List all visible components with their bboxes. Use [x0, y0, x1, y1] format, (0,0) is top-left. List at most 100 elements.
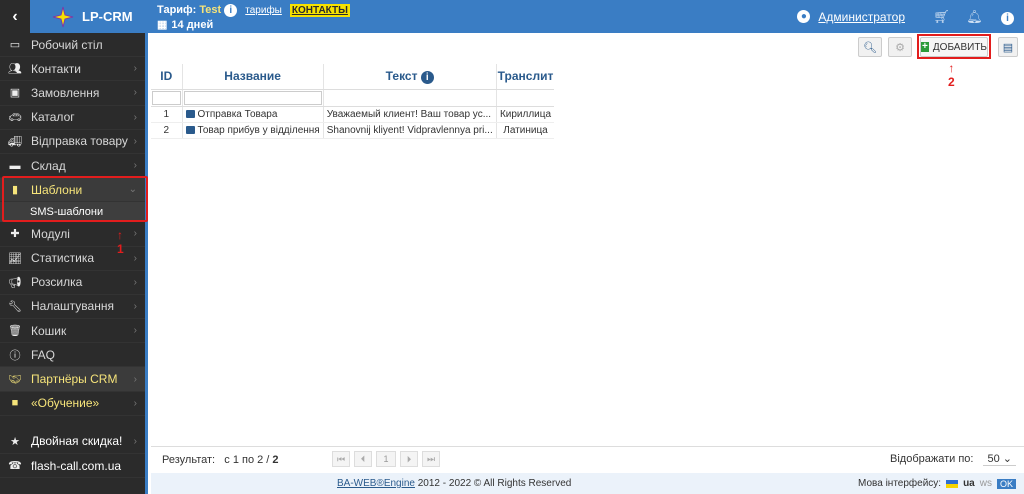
per-page-label: Відображати по: — [890, 453, 974, 465]
search-button[interactable]: 🔍︎ — [858, 37, 882, 57]
column-header-translit[interactable]: Транслит — [495, 64, 555, 90]
calendar-icon: ▦ — [157, 19, 168, 31]
sidebar-item-discount[interactable]: ★ Двойная скидка! › — [0, 430, 145, 454]
sidebar-item-settings[interactable]: 🔧︎ Налаштування › — [0, 295, 145, 320]
column-header-id[interactable]: ID — [151, 64, 182, 90]
chevron-right-icon: › — [133, 435, 137, 447]
puzzle-icon: ✚ — [10, 228, 20, 241]
top-bar: ‹ LP-CRM Тариф: Test i тарифы КОНТАКТЫ ▦… — [0, 0, 1024, 33]
first-page-button[interactable]: ⏮︎ — [332, 451, 350, 467]
sidebar-item-orders[interactable]: ▣ Замовлення › — [0, 81, 145, 106]
chevron-right-icon: › — [133, 252, 137, 264]
tariffs-link[interactable]: тарифы — [245, 4, 282, 17]
highlight-add-button — [917, 34, 991, 59]
wrench-icon: 🔧︎ — [8, 300, 22, 313]
sidebar-item-dashboard[interactable]: ▭ Робочий стіл — [0, 33, 145, 58]
days-left: 14 дней — [171, 19, 214, 31]
per-page-select[interactable]: 50 ⌄ — [983, 452, 1016, 466]
user-name: Администратор — [818, 9, 905, 24]
tariff-value: Test — [199, 4, 222, 16]
chevron-right-icon: › — [133, 228, 137, 240]
per-page: Відображати по: 50 ⌄ — [890, 452, 1016, 466]
ws-indicator: ws — [979, 478, 992, 489]
info-icon: ⓘ — [9, 349, 21, 362]
page-footer: BA-WEB®Engine 2012 - 2022 © All Rights R… — [151, 473, 1024, 494]
prev-page-button[interactable]: ⏴︎ — [354, 451, 372, 467]
sidebar-item-trash[interactable]: 🗑︎ Кошик › — [0, 319, 145, 344]
highlight-templates — [2, 176, 148, 222]
last-page-button[interactable]: ⏭︎ — [422, 451, 440, 467]
phone-icon: ☎ — [8, 460, 22, 473]
annotation-arrow-2: ↑ 2 — [948, 61, 955, 89]
filter-name-input[interactable] — [183, 90, 322, 105]
sidebar-item-partners[interactable]: 🤝︎ Партнёры CRM › — [0, 367, 145, 392]
column-header-name[interactable]: Название — [181, 64, 324, 90]
chevron-right-icon: › — [133, 325, 137, 337]
chevron-right-icon: › — [133, 111, 137, 123]
logo[interactable]: LP-CRM — [30, 0, 148, 33]
cell-translit: Кириллица — [495, 106, 555, 123]
settings-button[interactable]: ⚙ — [888, 37, 912, 57]
money-icon: ▣ — [9, 87, 21, 100]
column-header-text[interactable]: Текст i — [322, 64, 497, 90]
user-icon: ● — [797, 10, 811, 23]
table-row[interactable]: 2 Товар прибув у відділення Shanovnij kl… — [151, 122, 555, 139]
chevron-right-icon: › — [133, 87, 137, 99]
chevron-right-icon: › — [133, 397, 137, 409]
cell-name[interactable]: Отправка Товара — [181, 106, 324, 123]
archive-icon: ▬ — [9, 159, 21, 172]
sidebar-item-warehouse[interactable]: ▬ Склад › — [0, 154, 145, 179]
car-icon: 🚗︎ — [8, 111, 22, 124]
language-value[interactable]: ua — [963, 478, 975, 489]
table-row[interactable]: 1 Отправка Товара Уважаемый клиент! Ваш … — [151, 106, 555, 123]
tariff-label: Тариф: — [157, 4, 197, 16]
info-icon[interactable]: i — [224, 4, 238, 17]
template-icon — [185, 110, 195, 118]
cart-icon[interactable]: 🛒︎ — [925, 9, 958, 25]
star-icon: ★ — [10, 435, 20, 448]
filter-row — [151, 89, 555, 107]
sidebar-item-faq[interactable]: ⓘ FAQ — [0, 343, 145, 368]
help-icon[interactable]: i — [991, 9, 1024, 25]
search-icon: 🔍︎ — [863, 41, 877, 54]
filter-id-input[interactable] — [152, 90, 181, 105]
export-button[interactable]: ▤ — [998, 37, 1018, 57]
copyright: BA-WEB®Engine 2012 - 2022 © All Rights R… — [337, 478, 572, 489]
pagination: ⏮︎ ⏴︎ 1 ⏵︎ ⏭︎ — [332, 451, 440, 467]
copyright-link[interactable]: BA-WEB®Engine — [337, 478, 415, 489]
chevron-right-icon: › — [133, 276, 137, 288]
result-summary: Результат: с 1 по 2 / 2 — [162, 454, 279, 466]
truck-icon: 🚚︎ — [8, 135, 22, 148]
users-icon: 👥︎ — [8, 63, 22, 76]
logo-icon — [52, 6, 74, 27]
sidebar-item-contacts[interactable]: 👥︎ Контакти › — [0, 57, 145, 82]
logo-text: LP-CRM — [82, 9, 133, 24]
table-footer: Результат: с 1 по 2 / 2 ⏮︎ ⏴︎ 1 ⏵︎ ⏭︎ Ві… — [151, 446, 1024, 473]
collapse-sidebar-button[interactable]: ‹ — [0, 0, 30, 33]
ws-status-badge: OK — [996, 478, 1016, 489]
main-content: 🔍︎ ⚙ + ДОБАВИТЬ ▤ ↑ 2 ID Название Текст i … — [151, 33, 1024, 473]
user-menu[interactable]: ● Администратор — [797, 10, 905, 24]
chevron-right-icon: › — [133, 160, 137, 172]
chevron-right-icon: › — [133, 373, 137, 385]
sidebar-item-flash-call[interactable]: ☎ flash-call.com.ua — [0, 454, 145, 479]
chevron-right-icon: › — [133, 63, 137, 75]
sidebar-item-catalog[interactable]: 🚗︎ Каталог › — [0, 106, 145, 130]
template-icon — [185, 126, 195, 134]
trash-icon: 🗑︎ — [8, 325, 22, 338]
bell-icon[interactable]: 🔔︎ — [958, 9, 991, 25]
sidebar-item-training[interactable]: ■ «Обучение» › — [0, 392, 145, 416]
annotation-arrow-1: ↑ 1 — [117, 228, 124, 256]
table-header-row: ID Название Текст i Транслит — [151, 64, 555, 90]
chevron-right-icon: › — [133, 300, 137, 312]
cell-name[interactable]: Товар прибув у відділення — [181, 122, 324, 139]
contacts-link[interactable]: КОНТАКТЫ — [289, 4, 350, 17]
language-switch: Мова інтерфейсу: ua ws OK — [858, 478, 1016, 489]
sidebar-item-mailing[interactable]: 📢︎ Розсилка › — [0, 271, 145, 295]
handshake-icon: 🤝︎ — [8, 373, 22, 386]
page-number[interactable]: 1 — [376, 451, 396, 467]
next-page-button[interactable]: ⏵︎ — [400, 451, 418, 467]
gear-icon: ⚙ — [895, 41, 905, 54]
cell-text: Уважаемый клиент! Ваш товар ус... — [322, 106, 497, 123]
sidebar-item-shipping[interactable]: 🚚︎ Відправка товару › — [0, 130, 145, 154]
